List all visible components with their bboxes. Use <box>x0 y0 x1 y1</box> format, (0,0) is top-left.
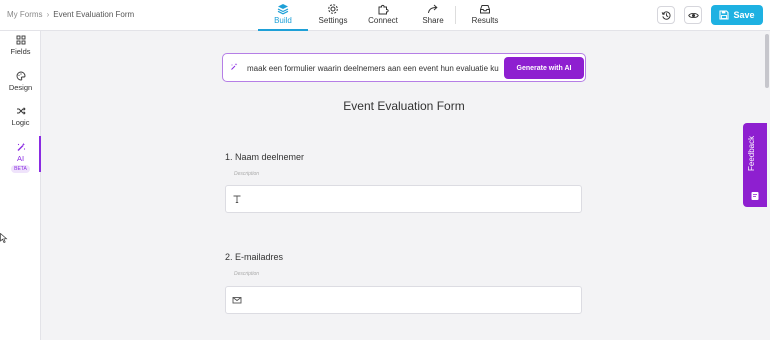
question-label[interactable]: 1. Naam deelnemer <box>225 152 304 162</box>
puzzle-icon <box>378 4 389 15</box>
name-field[interactable] <box>225 185 582 213</box>
preview-button[interactable] <box>684 6 702 24</box>
save-button[interactable]: Save <box>711 5 763 25</box>
shuffle-icon <box>16 107 26 115</box>
gear-icon <box>328 4 338 14</box>
tab-share[interactable]: Share <box>408 0 458 31</box>
generate-with-ai-button[interactable]: Generate with AI <box>504 57 584 79</box>
tab-share-label: Share <box>422 16 444 25</box>
envelope-icon <box>232 297 242 304</box>
magic-wand-icon <box>17 142 25 151</box>
question-description[interactable]: Description <box>234 171 259 177</box>
sidebar-item-label: Fields <box>10 47 31 56</box>
grid-icon <box>16 35 25 45</box>
stack-icon <box>277 4 289 15</box>
beta-badge: BETA <box>11 165 30 173</box>
sidebar-item-label: Logic <box>11 118 30 127</box>
palette-icon <box>16 71 25 81</box>
sidebar-item-label: Design <box>8 83 33 92</box>
sidebar-item-label: AI <box>16 154 25 163</box>
tab-connect[interactable]: Connect <box>358 0 408 31</box>
left-sidebar: Fields Design Logic AI BETA <box>0 31 41 340</box>
history-icon <box>661 10 670 20</box>
floppy-disk-icon <box>719 10 730 20</box>
email-field[interactable] <box>225 286 582 314</box>
inbox-icon <box>480 5 490 14</box>
mouse-cursor-icon <box>0 233 8 243</box>
nav-divider <box>455 6 456 24</box>
feedback-form-icon <box>751 192 759 200</box>
save-label: Save <box>733 10 755 20</box>
sidebar-item-ai[interactable]: AI BETA <box>0 142 41 173</box>
breadcrumb: My Forms › Event Evaluation Form <box>7 10 134 19</box>
breadcrumb-my-forms[interactable]: My Forms <box>7 10 43 19</box>
text-t-icon <box>233 195 241 203</box>
share-arrow-icon <box>428 4 438 14</box>
scrollbar-thumb[interactable] <box>765 34 769 88</box>
form-title[interactable]: Event Evaluation Form <box>222 99 586 113</box>
tab-build[interactable]: Build <box>258 0 308 31</box>
breadcrumb-separator: › <box>46 10 50 19</box>
builder-tabs: Build Settings Connect Share <box>258 0 458 31</box>
history-button[interactable] <box>657 6 675 24</box>
ai-prompt-bar: Generate with AI <box>222 53 586 82</box>
question-description[interactable]: Description <box>234 271 259 277</box>
tab-results-label: Results <box>471 16 499 25</box>
feedback-tab[interactable]: Feedback <box>743 123 767 207</box>
eye-icon <box>687 12 699 18</box>
tab-build-label: Build <box>274 16 292 25</box>
question-label[interactable]: 2. E-mailadres <box>225 252 283 262</box>
tab-settings[interactable]: Settings <box>308 0 358 31</box>
top-bar: My Forms › Event Evaluation Form Build S… <box>0 0 770 31</box>
sparkle-icon <box>231 63 238 70</box>
ai-prompt-input[interactable] <box>247 60 519 76</box>
breadcrumb-current: Event Evaluation Form <box>53 10 135 19</box>
feedback-label: Feedback <box>747 135 756 171</box>
sidebar-item-logic[interactable]: Logic <box>0 106 41 127</box>
sidebar-item-design[interactable]: Design <box>0 71 41 92</box>
tab-settings-label: Settings <box>318 16 348 25</box>
sidebar-active-indicator <box>39 136 41 172</box>
tab-results[interactable]: Results <box>460 0 510 31</box>
sidebar-item-fields[interactable]: Fields <box>0 35 41 56</box>
tab-connect-label: Connect <box>368 16 398 25</box>
